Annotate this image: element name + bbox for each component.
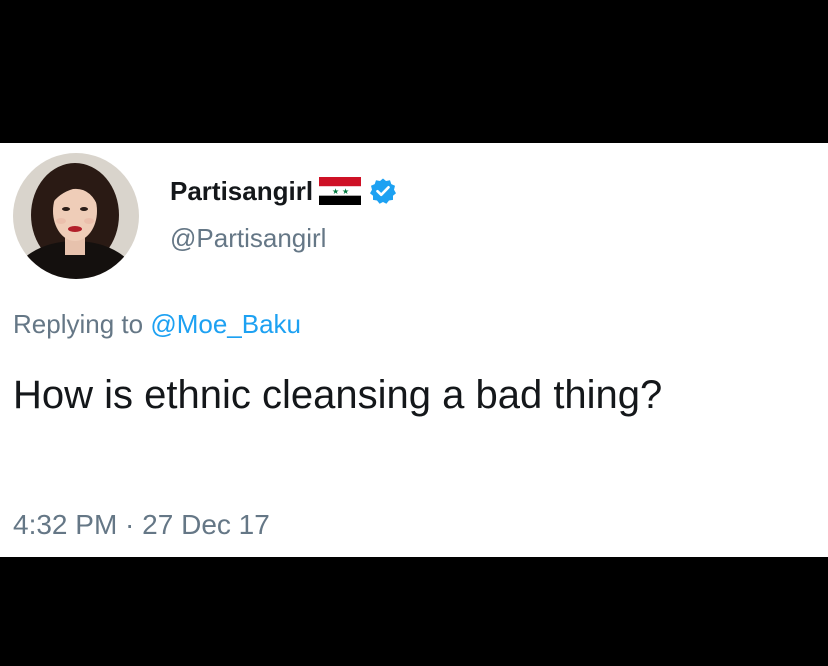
display-name[interactable]: Partisangirl bbox=[170, 176, 313, 207]
syria-flag-icon: ★ ★ bbox=[319, 177, 362, 205]
tweet-card: Partisangirl ★ ★ @Partisangirl Replying bbox=[0, 143, 828, 557]
display-name-row[interactable]: Partisangirl ★ ★ bbox=[170, 173, 397, 209]
tweet-date: 27 Dec 17 bbox=[142, 509, 270, 540]
timestamp[interactable]: 4:32 PM · 27 Dec 17 bbox=[13, 509, 270, 541]
timestamp-separator: · bbox=[117, 509, 143, 540]
reply-prefix: Replying to bbox=[13, 309, 151, 339]
reply-to-link[interactable]: @Moe_Baku bbox=[150, 309, 301, 339]
tweet-time: 4:32 PM bbox=[13, 509, 118, 540]
tweet-text: How is ethnic cleansing a bad thing? bbox=[13, 373, 663, 417]
svg-text:★: ★ bbox=[342, 187, 349, 196]
svg-text:★: ★ bbox=[332, 187, 339, 196]
screenshot-frame: Partisangirl ★ ★ @Partisangirl Replying bbox=[0, 0, 828, 666]
user-handle[interactable]: @Partisangirl bbox=[170, 223, 326, 254]
avatar[interactable] bbox=[13, 153, 139, 279]
reply-context: Replying to @Moe_Baku bbox=[13, 309, 301, 340]
verified-badge-icon bbox=[369, 177, 397, 205]
